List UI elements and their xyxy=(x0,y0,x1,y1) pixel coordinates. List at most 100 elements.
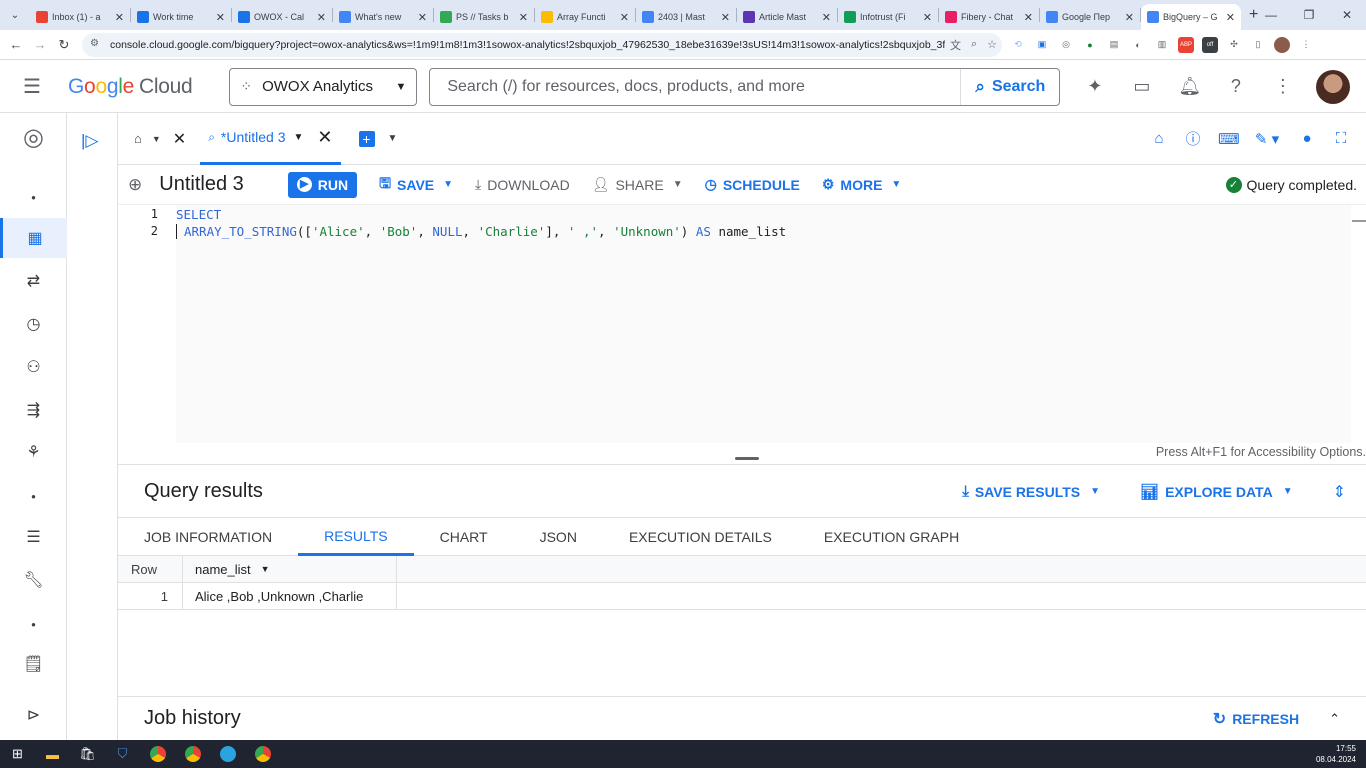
browser-tab[interactable]: Google Пер ✕ xyxy=(1040,4,1140,30)
drag-handle[interactable] xyxy=(735,457,759,460)
explore-data-button[interactable]: 📊︎ EXPLORE DATA ▼ xyxy=(1140,483,1293,501)
account-avatar[interactable] xyxy=(1316,69,1351,104)
close-tab-icon[interactable]: ✕ xyxy=(519,11,528,24)
defender-icon[interactable]: ⛉ xyxy=(105,740,140,768)
tab-job-information[interactable]: JOB INFORMATION xyxy=(118,518,298,556)
bookmark-star-icon[interactable]: ☆ xyxy=(987,38,997,51)
help-icon[interactable]: ? xyxy=(1225,76,1246,97)
browser-tab[interactable]: What's new ✕ xyxy=(333,4,433,30)
dataform-icon[interactable]: ⇶ xyxy=(0,390,67,430)
browser-tab[interactable]: Infotrust (Fi ✕ xyxy=(838,4,938,30)
sql-editor[interactable]: 1 2 SELECT ARRAY_TO_STRING(['Alice', 'Bo… xyxy=(118,205,1366,443)
tab-json[interactable]: JSON xyxy=(514,518,603,556)
browser-tab[interactable]: Fibery - Chat ✕ xyxy=(939,4,1039,30)
extension-icon[interactable]: ◎ xyxy=(1058,37,1074,53)
profile-avatar[interactable] xyxy=(1274,36,1290,53)
url-field[interactable]: ⚙ console.cloud.google.com/bigquery?proj… xyxy=(82,32,1002,57)
save-button[interactable]: 🖫︎ SAVE ▼ xyxy=(379,173,453,197)
save-results-button[interactable]: ⤓ SAVE RESULTS ▼ xyxy=(962,483,1100,500)
jobs-list-icon[interactable]: ☰ xyxy=(0,517,67,557)
extension-icon[interactable]: ● xyxy=(1082,37,1098,53)
browser-tab[interactable]: Article Mast ✕ xyxy=(737,4,837,30)
new-query-icon[interactable]: + xyxy=(358,130,375,147)
chevron-down-icon[interactable]: ▼ xyxy=(388,133,398,144)
close-tab-icon[interactable]: ✕ xyxy=(216,11,225,24)
tab-chart[interactable]: CHART xyxy=(414,518,514,556)
column-header-name-list[interactable]: name_list ▼ xyxy=(183,555,397,583)
file-explorer-icon[interactable]: ▬ xyxy=(35,740,70,768)
chevron-down-icon[interactable]: ▼ xyxy=(152,134,161,144)
extension-icon[interactable]: ▣ xyxy=(1034,37,1050,53)
close-icon[interactable]: ✕ xyxy=(173,129,186,149)
close-tab-icon[interactable]: ✕ xyxy=(1125,11,1134,24)
browser-tab[interactable]: OWOX - Cal ✕ xyxy=(232,4,332,30)
home-icon[interactable]: ⌂ xyxy=(1150,130,1168,147)
translate-icon[interactable]: 文 xyxy=(950,37,961,53)
table-cell[interactable]: Alice ,Bob ,Unknown ,Charlie xyxy=(183,582,397,610)
close-tab-icon[interactable]: ✕ xyxy=(923,11,932,24)
adblock-icon[interactable]: ABP xyxy=(1178,36,1194,53)
home-icon[interactable]: ⌂ xyxy=(134,131,142,146)
browser-menu-icon[interactable]: ⋮ xyxy=(1298,37,1314,53)
close-tab-icon[interactable]: ✕ xyxy=(418,11,427,24)
close-tab-icon[interactable]: ✕ xyxy=(1024,11,1033,24)
close-window-icon[interactable]: ✕ xyxy=(1328,0,1366,30)
gemini-icon[interactable]: ✦ xyxy=(1084,76,1105,97)
cloud-shell-icon[interactable]: ▭ xyxy=(1131,76,1152,97)
tab-untitled-3[interactable]: ⌕ *Untitled 3 ▼ ✕ xyxy=(200,113,341,165)
code-area[interactable]: SELECT ARRAY_TO_STRING(['Alice', 'Bob', … xyxy=(176,205,1351,443)
expand-explorer-icon[interactable]: |▷ xyxy=(81,131,99,151)
admin-wrench-icon[interactable]: 🔧︎ xyxy=(0,560,67,600)
panel-resizer[interactable]: Press Alt+F1 for Accessibility Options. xyxy=(118,443,1366,465)
scheduled-queries-icon[interactable]: ◷ xyxy=(0,304,67,344)
close-tab-icon[interactable]: ✕ xyxy=(317,127,332,148)
edit-icon[interactable]: ✎ ▾ xyxy=(1252,130,1282,148)
sidepanel-icon[interactable]: ▯ xyxy=(1250,37,1266,53)
project-picker[interactable]: ⁘ OWOX Analytics ▼ xyxy=(229,67,418,106)
extension-icon[interactable]: ◐ xyxy=(1130,37,1146,53)
info-icon[interactable]: ⓘ xyxy=(1184,128,1202,149)
tab-execution-details[interactable]: EXECUTION DETAILS xyxy=(603,518,798,556)
analytics-hub-icon[interactable]: ⚇ xyxy=(0,347,67,387)
download-button[interactable]: ⤓ DOWNLOAD xyxy=(475,176,570,193)
browser-tab[interactable]: Array Functi ✕ xyxy=(535,4,635,30)
back-icon[interactable]: ← xyxy=(4,37,28,52)
telegram-icon[interactable] xyxy=(210,740,245,768)
close-tab-icon[interactable]: ✕ xyxy=(721,11,730,24)
chevron-down-icon[interactable]: ▼ xyxy=(294,132,304,143)
chevron-down-icon[interactable]: ▼ xyxy=(261,564,270,574)
chrome-icon[interactable] xyxy=(140,740,175,768)
close-tab-icon[interactable]: ✕ xyxy=(1226,11,1235,24)
extension-icon[interactable]: off xyxy=(1202,36,1218,53)
close-tab-icon[interactable]: ✕ xyxy=(620,11,629,24)
browser-tab[interactable]: Inbox (1) - a ✕ xyxy=(30,4,130,30)
reload-icon[interactable]: ↻ xyxy=(52,37,76,53)
browser-tab[interactable]: PS // Tasks b ✕ xyxy=(434,4,534,30)
schedule-button[interactable]: ◷ SCHEDULE xyxy=(705,176,800,193)
refresh-button[interactable]: ↻ REFRESH xyxy=(1213,709,1299,729)
expand-panel-icon[interactable]: ⇕ xyxy=(1333,482,1346,502)
site-info-icon[interactable]: ⚙ xyxy=(90,38,104,52)
restore-icon[interactable]: ❐ xyxy=(1290,0,1328,30)
tab-execution-graph[interactable]: EXECUTION GRAPH xyxy=(798,518,985,556)
notifications-icon[interactable]: 🔔︎ xyxy=(1178,76,1201,97)
chrome-icon[interactable] xyxy=(175,740,210,768)
lightbulb-icon[interactable]: ● xyxy=(1298,130,1316,147)
data-transfers-icon[interactable]: ⇄ xyxy=(0,261,67,301)
google-cloud-logo[interactable]: Google Cloud xyxy=(68,75,193,99)
browser-tab[interactable]: Work time ✕ xyxy=(131,4,231,30)
close-tab-icon[interactable]: ✕ xyxy=(822,11,831,24)
system-clock[interactable]: 17:55 08.04.2024 xyxy=(1316,743,1356,765)
close-tab-icon[interactable]: ✕ xyxy=(115,11,124,24)
browser-tab[interactable]: 2403 | Mast ✕ xyxy=(636,4,736,30)
zoom-icon[interactable]: ⌕ xyxy=(971,38,977,51)
studio-icon[interactable]: ▦ xyxy=(0,218,67,258)
browser-tab[interactable]: BigQuery – G ✕ xyxy=(1141,4,1241,30)
extension-icon[interactable]: ▤ xyxy=(1106,37,1122,53)
keyboard-icon[interactable]: ⌨ xyxy=(1218,130,1240,148)
search-input[interactable]: Search (/) for resources, docs, products… xyxy=(430,78,960,96)
workflow-icon[interactable]: ⚘ xyxy=(0,432,67,472)
tab-results[interactable]: RESULTS xyxy=(298,518,414,556)
share-button[interactable]: 👤︎ SHARE ▼ xyxy=(592,176,683,193)
main-menu-icon[interactable]: ☰ xyxy=(23,74,47,99)
